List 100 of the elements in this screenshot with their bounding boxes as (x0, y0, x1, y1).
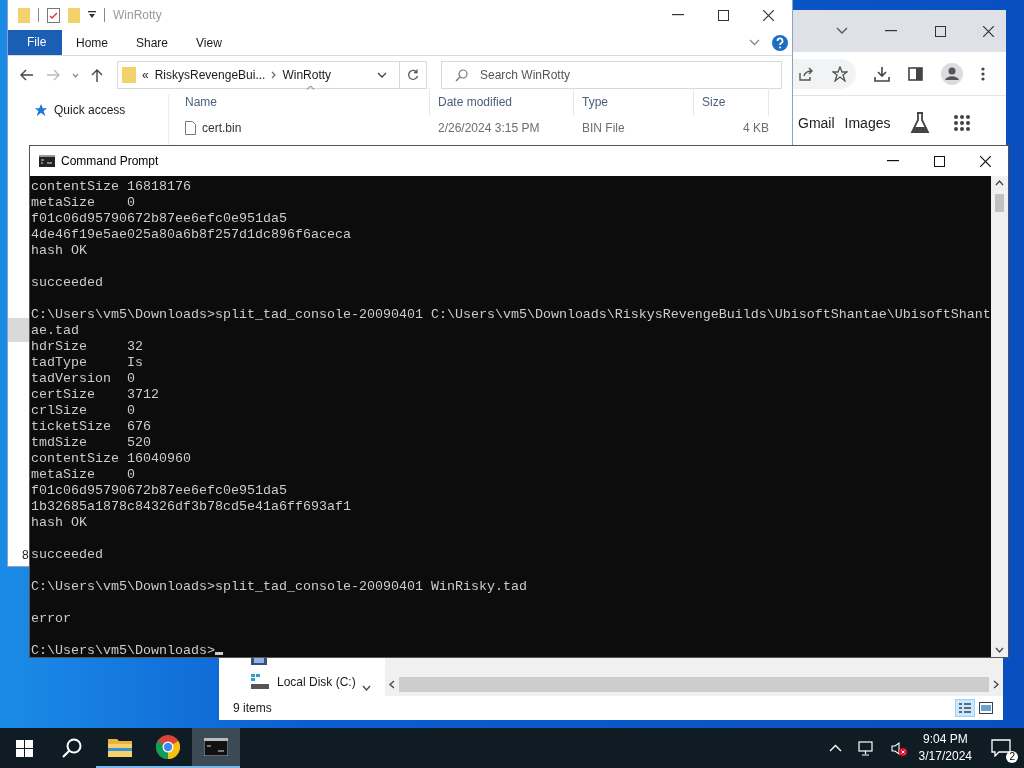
table-cell-text: BIN File (581, 121, 626, 135)
console-line: ticketSize 676 (31, 419, 152, 435)
avatar-icon[interactable] (941, 62, 963, 85)
console-line: succeeded (31, 547, 104, 563)
close-icon[interactable] (980, 155, 991, 167)
chevron-right-icon (271, 71, 277, 79)
ribbon-tab[interactable]: View (182, 35, 236, 50)
minimize-icon[interactable] (672, 14, 684, 16)
side-panel-icon[interactable] (908, 66, 923, 81)
console-line: C:\Users\vm5\Downloads>split_tad_console-20090401 C:\Users\vm5\Downloads\RiskysRevengeBuilds\UbisoftShantae\UbisoftShant (31, 307, 991, 323)
scroll-down-icon[interactable] (995, 647, 1004, 653)
taskbar-button[interactable] (192, 728, 240, 768)
download-icon[interactable] (874, 65, 890, 82)
properties-icon[interactable] (47, 7, 60, 23)
console-line: certSize 3712 (31, 387, 160, 403)
drive-icon (251, 674, 269, 690)
folder-icon (122, 67, 136, 83)
minimize-icon[interactable] (885, 30, 898, 32)
chevron-up-icon[interactable] (828, 744, 842, 752)
console-line: f01c06d95790672b87ee6efc0e951da5 (31, 483, 288, 499)
console-line: tadType Is (31, 355, 144, 371)
nav-item[interactable]: Local Disk (C:) (219, 670, 375, 694)
folder-icon (108, 737, 132, 757)
chevron-down-icon[interactable] (377, 72, 387, 78)
console-line: crlSize 0 (31, 403, 136, 419)
console-line: hash OK (31, 515, 88, 531)
scroll-left-icon[interactable] (389, 680, 395, 689)
console-line: C:\Users\vm5\Downloads>split_tad_console-20090401 WinRisky.tad (31, 579, 528, 595)
help-icon[interactable] (772, 34, 788, 51)
minimize-icon[interactable] (887, 160, 899, 162)
back-arrow-icon[interactable] (20, 69, 34, 81)
window-title: Command Prompt (61, 154, 159, 168)
ribbon-tab[interactable]: Share (122, 35, 183, 50)
flask-icon[interactable] (910, 112, 931, 134)
maximize-icon[interactable] (934, 25, 946, 37)
refresh-icon (407, 69, 419, 81)
header-link[interactable]: Gmail (798, 115, 835, 131)
sort-caret-icon (306, 85, 315, 90)
thumbnail-view-icon[interactable] (979, 702, 993, 714)
up-arrow-icon[interactable] (91, 68, 103, 82)
maximize-icon[interactable] (934, 155, 945, 167)
close-icon[interactable] (763, 9, 774, 21)
file-name[interactable]: cert.bin (202, 121, 242, 135)
console-icon (204, 738, 228, 756)
status-text: 9 items (233, 701, 272, 715)
console-line: hash OK (31, 243, 88, 259)
column-header[interactable]: Type (574, 88, 694, 116)
console-line: f01c06d95790672b87ee6efc0e951da5 (31, 211, 288, 227)
console-line: contentSize 16040960 (31, 451, 192, 467)
window-title: WinRotty (113, 8, 162, 22)
scroll-down-icon[interactable] (362, 685, 371, 691)
search-icon (455, 69, 468, 82)
column-header[interactable]: Name (169, 88, 430, 116)
text-cursor (214, 652, 223, 655)
column-header[interactable]: Date modified (430, 88, 574, 116)
file-menu-button[interactable]: File (8, 30, 62, 55)
vertical-scrollbar[interactable] (991, 176, 1008, 657)
speaker-icon[interactable] (890, 740, 907, 756)
table-cell-text: 4 KB (742, 121, 769, 135)
console-icon (39, 155, 55, 167)
address-bar[interactable]: « RiskysRevengeBui... WinRotty (117, 61, 427, 89)
maximize-icon[interactable] (718, 9, 729, 21)
search-icon (62, 738, 82, 758)
close-icon[interactable] (983, 25, 995, 37)
console-line: hdrSize 32 (31, 339, 144, 355)
network-icon[interactable] (857, 740, 875, 756)
star-icon (34, 103, 48, 117)
apps-grid-icon[interactable] (954, 115, 971, 131)
scroll-right-icon[interactable] (993, 680, 999, 689)
notification-count: 2 (1006, 751, 1018, 763)
search-field[interactable]: Search WinRotty (441, 61, 782, 89)
console-line: 1b32685a1878c84326df3b78cd5e41a6ff693af1 (31, 499, 352, 515)
console-line: metaSize 0 (31, 195, 136, 211)
header-link[interactable]: Images (844, 115, 891, 131)
nav-item[interactable]: Quick access (8, 100, 168, 120)
share-icon[interactable] (798, 66, 814, 81)
console-line: error (31, 611, 72, 627)
ribbon-tab[interactable]: Home (62, 35, 122, 50)
column-header[interactable]: Size (694, 88, 769, 116)
console-line: contentSize 16818176 (31, 179, 192, 195)
console-line: tmdSize 520 (31, 435, 152, 451)
scroll-up-icon[interactable] (995, 180, 1004, 186)
clock[interactable]: 9:04 PM 3/17/2024 (918, 731, 972, 765)
windows-icon (15, 739, 33, 757)
notification-icon[interactable] (991, 739, 1011, 757)
console-line: C:\Users\vm5\Downloads> (31, 643, 215, 657)
details-view-icon[interactable] (955, 699, 975, 717)
scrollbar-thumb[interactable] (995, 194, 1004, 212)
console-line: ae.tad (31, 323, 80, 339)
browser-icon (156, 735, 180, 759)
status-text: 8 (22, 548, 29, 562)
console-line: tadVersion 0 (31, 371, 136, 387)
console-line: succeeded (31, 275, 104, 291)
file-icon (185, 121, 196, 135)
star-icon[interactable] (832, 65, 848, 82)
table-cell-text: 2/26/2024 3:15 PM (437, 121, 541, 135)
chevron-down-icon[interactable] (835, 27, 848, 35)
dropdown-icon[interactable] (88, 11, 96, 19)
menu-icon[interactable] (981, 66, 985, 81)
console-line: 4de46f19e5ae025a80a6b8f257d1dc896f6aceca (31, 227, 352, 243)
